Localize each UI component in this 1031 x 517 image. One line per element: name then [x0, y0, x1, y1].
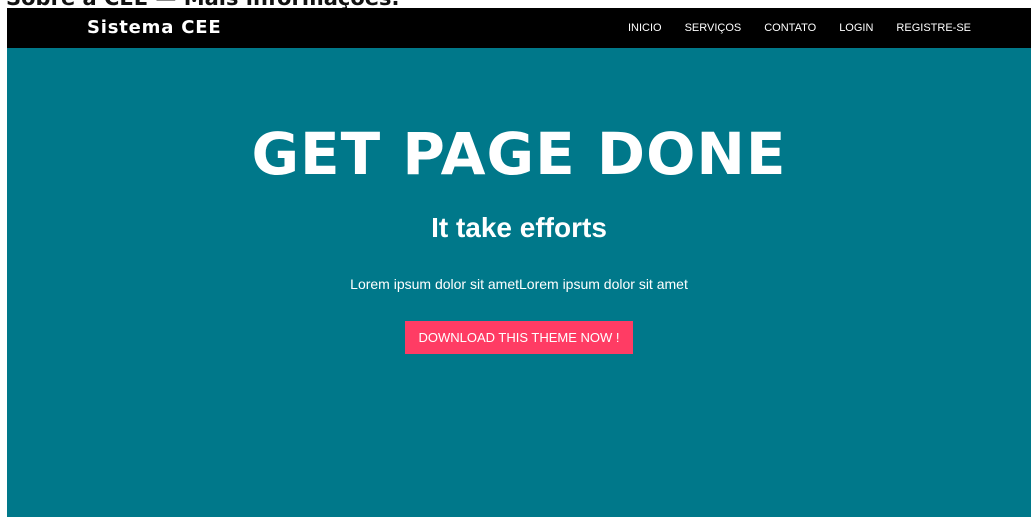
navbar: Sistema CEE INICIO SERVIÇOS CONTATO LOGI…	[7, 8, 1031, 48]
download-theme-button[interactable]: DOWNLOAD THIS THEME NOW !	[405, 321, 633, 354]
main-nav: INICIO SERVIÇOS CONTATO LOGIN REGISTRE-S…	[628, 8, 971, 48]
hero-description: Lorem ipsum dolor sit ametLorem ipsum do…	[350, 276, 688, 292]
nav-item-login[interactable]: LOGIN	[839, 22, 873, 34]
nav-item-contato[interactable]: CONTATO	[764, 22, 816, 34]
brand-logo[interactable]: Sistema CEE	[87, 17, 221, 38]
nav-item-registre-se[interactable]: REGISTRE-SE	[896, 22, 971, 34]
page-frame: Sistema CEE INICIO SERVIÇOS CONTATO LOGI…	[7, 8, 1031, 517]
nav-item-servicos[interactable]: SERVIÇOS	[685, 22, 742, 34]
clipped-top-text: Sobre a CEE — Mais informações.	[0, 0, 1031, 8]
hero-subtitle: It take efforts	[431, 212, 607, 243]
nav-item-inicio[interactable]: INICIO	[628, 22, 662, 34]
hero-title: GET PAGE DONE	[251, 120, 787, 188]
hero-section: GET PAGE DONE It take efforts Lorem ipsu…	[7, 48, 1031, 354]
